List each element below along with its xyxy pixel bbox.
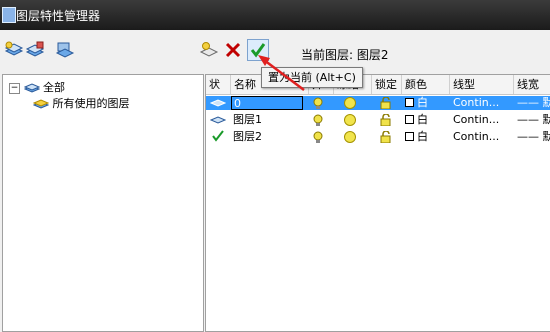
collapse-icon[interactable]: − — [9, 82, 20, 94]
col-linetype[interactable]: 线型 — [450, 75, 514, 94]
layer-toolbar: 当前图层: 图层2 — [199, 30, 550, 70]
current-layer-value: 图层2 — [356, 48, 389, 62]
layer-row[interactable]: 0 白 Contin... —— 默 — [206, 96, 550, 110]
unlock-icon[interactable] — [380, 131, 391, 143]
col-lineweight[interactable]: 线宽 — [514, 75, 550, 94]
sun-icon[interactable] — [344, 114, 356, 126]
color-swatch[interactable] — [405, 132, 414, 141]
layer-color[interactable]: 白 — [417, 130, 428, 144]
col-lock[interactable]: 锁定 — [372, 75, 402, 94]
filter-tree: − 全部 所有使用的图层 — [2, 74, 204, 332]
filter-toolbar — [0, 30, 205, 70]
layer-color[interactable]: 白 — [417, 113, 428, 127]
tree-label-used-layers: 所有使用的图层 — [52, 97, 130, 110]
layer-states-manager-icon — [55, 42, 75, 58]
delete-layer-icon — [225, 42, 241, 58]
layer-row[interactable]: 图层1 白 Contin... —— 默 — [206, 113, 550, 127]
window-title: 图层特性管理器 — [16, 9, 101, 23]
layer-status-icon — [209, 96, 227, 110]
current-layer-check-icon — [212, 130, 224, 144]
color-swatch[interactable] — [405, 98, 414, 107]
layer-stack-icon — [23, 83, 40, 93]
new-layer-button[interactable] — [199, 40, 219, 60]
new-property-filter-icon — [4, 41, 24, 56]
set-current-tooltip: 置为当前 (Alt+C) — [261, 67, 363, 88]
layer-lineweight[interactable]: —— 默 — [517, 113, 550, 127]
lightbulb-icon[interactable] — [312, 97, 324, 109]
col-status[interactable]: 状 — [206, 75, 231, 94]
layer-linetype[interactable]: Contin... — [453, 130, 499, 144]
title-bar: 图层特性管理器 — [0, 0, 550, 30]
app-icon — [2, 7, 16, 23]
current-layer-label: 当前图层: — [301, 48, 354, 62]
layer-status-icon — [209, 113, 227, 127]
tree-node-all[interactable]: − 全部 — [9, 79, 65, 95]
delete-layer-button[interactable] — [223, 40, 243, 60]
unlock-icon[interactable] — [380, 114, 391, 126]
unlock-icon[interactable] — [380, 97, 391, 109]
set-current-button[interactable] — [247, 39, 269, 61]
lightbulb-icon[interactable] — [312, 114, 324, 126]
new-property-filter-button[interactable] — [4, 40, 24, 60]
new-layer-icon — [199, 42, 219, 57]
tree-label-all: 全部 — [43, 81, 65, 94]
col-color[interactable]: 颜色 — [402, 75, 450, 94]
layer-name[interactable]: 图层1 — [233, 113, 262, 127]
layer-linetype[interactable]: Contin... — [453, 96, 499, 110]
layer-lineweight[interactable]: —— 默 — [517, 96, 550, 110]
sun-icon[interactable] — [344, 131, 356, 143]
layer-states-manager-button[interactable] — [55, 40, 75, 60]
layer-list: 状 名称 开 冻结 锁定 颜色 线型 线宽 0 白 Contin... —— 默… — [205, 74, 550, 332]
tree-node-used-layers[interactable]: 所有使用的图层 — [32, 95, 130, 111]
color-swatch[interactable] — [405, 115, 414, 124]
layer-filter-icon — [32, 99, 50, 109]
layer-lineweight[interactable]: —— 默 — [517, 130, 550, 144]
layer-color[interactable]: 白 — [417, 96, 428, 110]
layer-row[interactable]: 图层2 白 Contin... —— 默 — [206, 130, 550, 144]
sun-icon[interactable] — [344, 97, 356, 109]
current-layer-display: 当前图层: 图层2 — [301, 46, 389, 63]
lightbulb-icon[interactable] — [312, 131, 324, 143]
column-header-row: 状 名称 开 冻结 锁定 颜色 线型 线宽 — [206, 75, 550, 95]
layer-name[interactable]: 图层2 — [233, 130, 262, 144]
new-group-filter-button[interactable] — [25, 40, 45, 60]
set-current-icon — [250, 43, 266, 58]
new-group-filter-icon — [25, 41, 45, 57]
layer-linetype[interactable]: Contin... — [453, 113, 499, 127]
layer-name[interactable]: 0 — [231, 96, 303, 110]
